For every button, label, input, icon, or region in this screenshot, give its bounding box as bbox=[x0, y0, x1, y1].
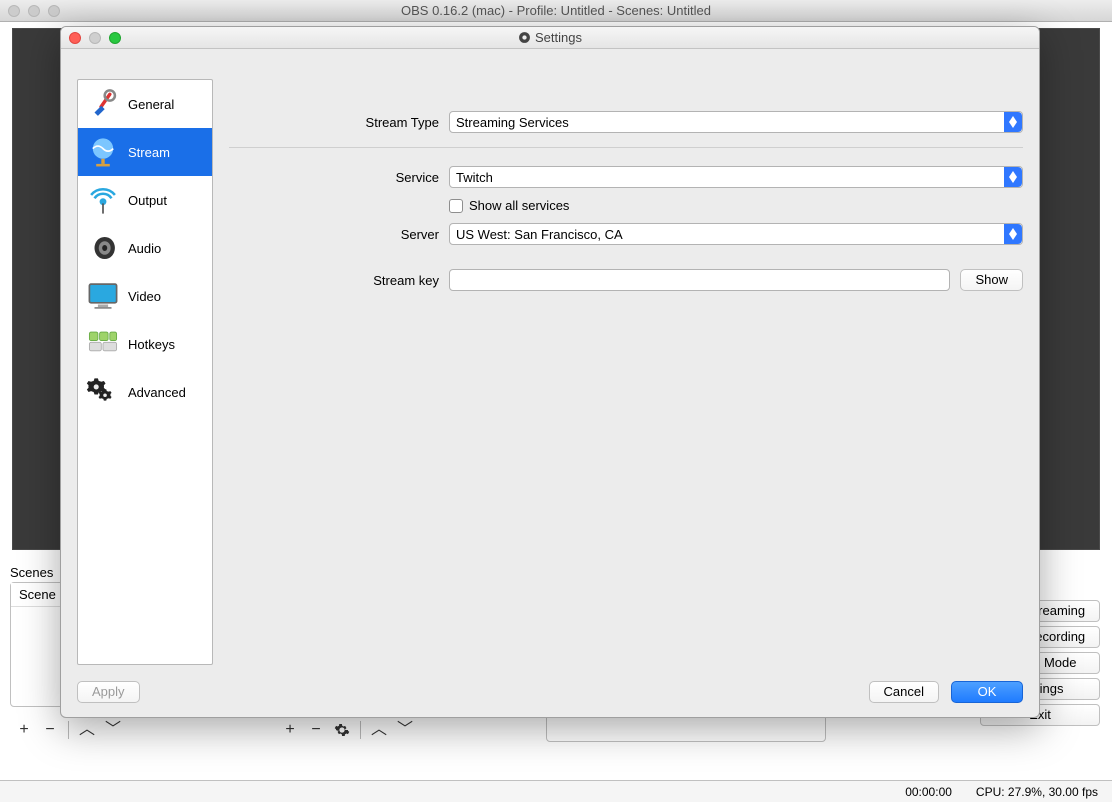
server-select[interactable]: US West: San Francisco, CA bbox=[449, 223, 1023, 245]
sidebar-item-general[interactable]: General bbox=[78, 80, 212, 128]
sidebar-item-output[interactable]: Output bbox=[78, 176, 212, 224]
plus-icon[interactable]: + bbox=[14, 720, 34, 740]
chevron-updown-icon bbox=[1004, 224, 1022, 244]
settings-window-title: Settings bbox=[61, 30, 1039, 45]
plus-icon[interactable]: + bbox=[280, 720, 300, 740]
checkbox-icon bbox=[449, 199, 463, 213]
sources-toolbar: + − ︿ ﹀ bbox=[280, 716, 530, 744]
status-bar: 00:00:00 CPU: 27.9%, 30.00 fps bbox=[0, 780, 1112, 802]
stream-key-field[interactable] bbox=[449, 269, 950, 291]
main-titlebar: OBS 0.16.2 (mac) - Profile: Untitled - S… bbox=[0, 0, 1112, 22]
settings-footer: Apply Cancel OK bbox=[77, 681, 1023, 703]
settings-sidebar: General Stream Output Audio Video bbox=[77, 79, 213, 665]
chevron-down-icon[interactable]: ﹀ bbox=[395, 720, 415, 740]
status-time: 00:00:00 bbox=[905, 785, 952, 799]
apply-button[interactable]: Apply bbox=[77, 681, 140, 703]
divider bbox=[360, 721, 361, 739]
sidebar-item-label: General bbox=[128, 97, 174, 112]
sidebar-item-label: Output bbox=[128, 193, 167, 208]
tools-icon bbox=[86, 87, 120, 121]
scenes-toolbar: + − ︿ ﹀ bbox=[14, 716, 254, 744]
close-icon[interactable] bbox=[8, 5, 20, 17]
minus-icon[interactable]: − bbox=[306, 720, 326, 740]
minimize-icon[interactable] bbox=[89, 32, 101, 44]
server-label: Server bbox=[229, 227, 449, 242]
sidebar-item-hotkeys[interactable]: Hotkeys bbox=[78, 320, 212, 368]
main-window-title: OBS 0.16.2 (mac) - Profile: Untitled - S… bbox=[0, 3, 1112, 18]
sidebar-item-label: Audio bbox=[128, 241, 161, 256]
monitor-icon bbox=[86, 279, 120, 313]
gears-icon bbox=[86, 375, 120, 409]
chevron-up-icon[interactable]: ︿ bbox=[77, 720, 97, 740]
sidebar-item-stream[interactable]: Stream bbox=[78, 128, 212, 176]
sidebar-item-audio[interactable]: Audio bbox=[78, 224, 212, 272]
zoom-icon[interactable] bbox=[48, 5, 60, 17]
speaker-icon bbox=[86, 231, 120, 265]
minimize-icon[interactable] bbox=[28, 5, 40, 17]
keyboard-icon bbox=[86, 327, 120, 361]
status-cpu: CPU: 27.9%, 30.00 fps bbox=[976, 785, 1098, 799]
ok-button[interactable]: OK bbox=[951, 681, 1023, 703]
select-value: Streaming Services bbox=[456, 115, 569, 130]
cancel-button[interactable]: Cancel bbox=[869, 681, 939, 703]
globe-icon bbox=[86, 135, 120, 169]
sidebar-item-label: Video bbox=[128, 289, 161, 304]
close-icon[interactable] bbox=[69, 32, 81, 44]
minus-icon[interactable]: − bbox=[40, 720, 60, 740]
traffic-lights-main bbox=[8, 5, 60, 17]
settings-window: Settings General Stream Output Aud bbox=[60, 26, 1040, 718]
zoom-icon[interactable] bbox=[109, 32, 121, 44]
sidebar-item-advanced[interactable]: Advanced bbox=[78, 368, 212, 416]
settings-titlebar: Settings bbox=[61, 27, 1039, 49]
chevron-down-icon[interactable]: ﹀ bbox=[103, 720, 123, 740]
chevron-updown-icon bbox=[1004, 112, 1022, 132]
select-value: Twitch bbox=[456, 170, 493, 185]
chevron-updown-icon bbox=[1004, 167, 1022, 187]
sidebar-item-label: Hotkeys bbox=[128, 337, 175, 352]
stream-type-select[interactable]: Streaming Services bbox=[449, 111, 1023, 133]
sidebar-item-label: Stream bbox=[128, 145, 170, 160]
select-value: US West: San Francisco, CA bbox=[456, 227, 623, 242]
scenes-label: Scenes bbox=[10, 565, 53, 580]
gear-icon[interactable] bbox=[332, 720, 352, 740]
settings-content: Stream Type Streaming Services Service T… bbox=[229, 87, 1023, 665]
show-key-button[interactable]: Show bbox=[960, 269, 1023, 291]
traffic-lights-settings bbox=[61, 32, 121, 44]
divider bbox=[68, 721, 69, 739]
sidebar-item-label: Advanced bbox=[128, 385, 186, 400]
service-label: Service bbox=[229, 170, 449, 185]
service-select[interactable]: Twitch bbox=[449, 166, 1023, 188]
stream-key-label: Stream key bbox=[229, 273, 449, 288]
chevron-up-icon[interactable]: ︿ bbox=[369, 720, 389, 740]
show-all-services-checkbox[interactable]: Show all services bbox=[449, 198, 569, 213]
stream-type-label: Stream Type bbox=[229, 115, 449, 130]
antenna-icon bbox=[86, 183, 120, 217]
obs-icon bbox=[518, 31, 531, 44]
sidebar-item-video[interactable]: Video bbox=[78, 272, 212, 320]
divider bbox=[229, 147, 1023, 148]
